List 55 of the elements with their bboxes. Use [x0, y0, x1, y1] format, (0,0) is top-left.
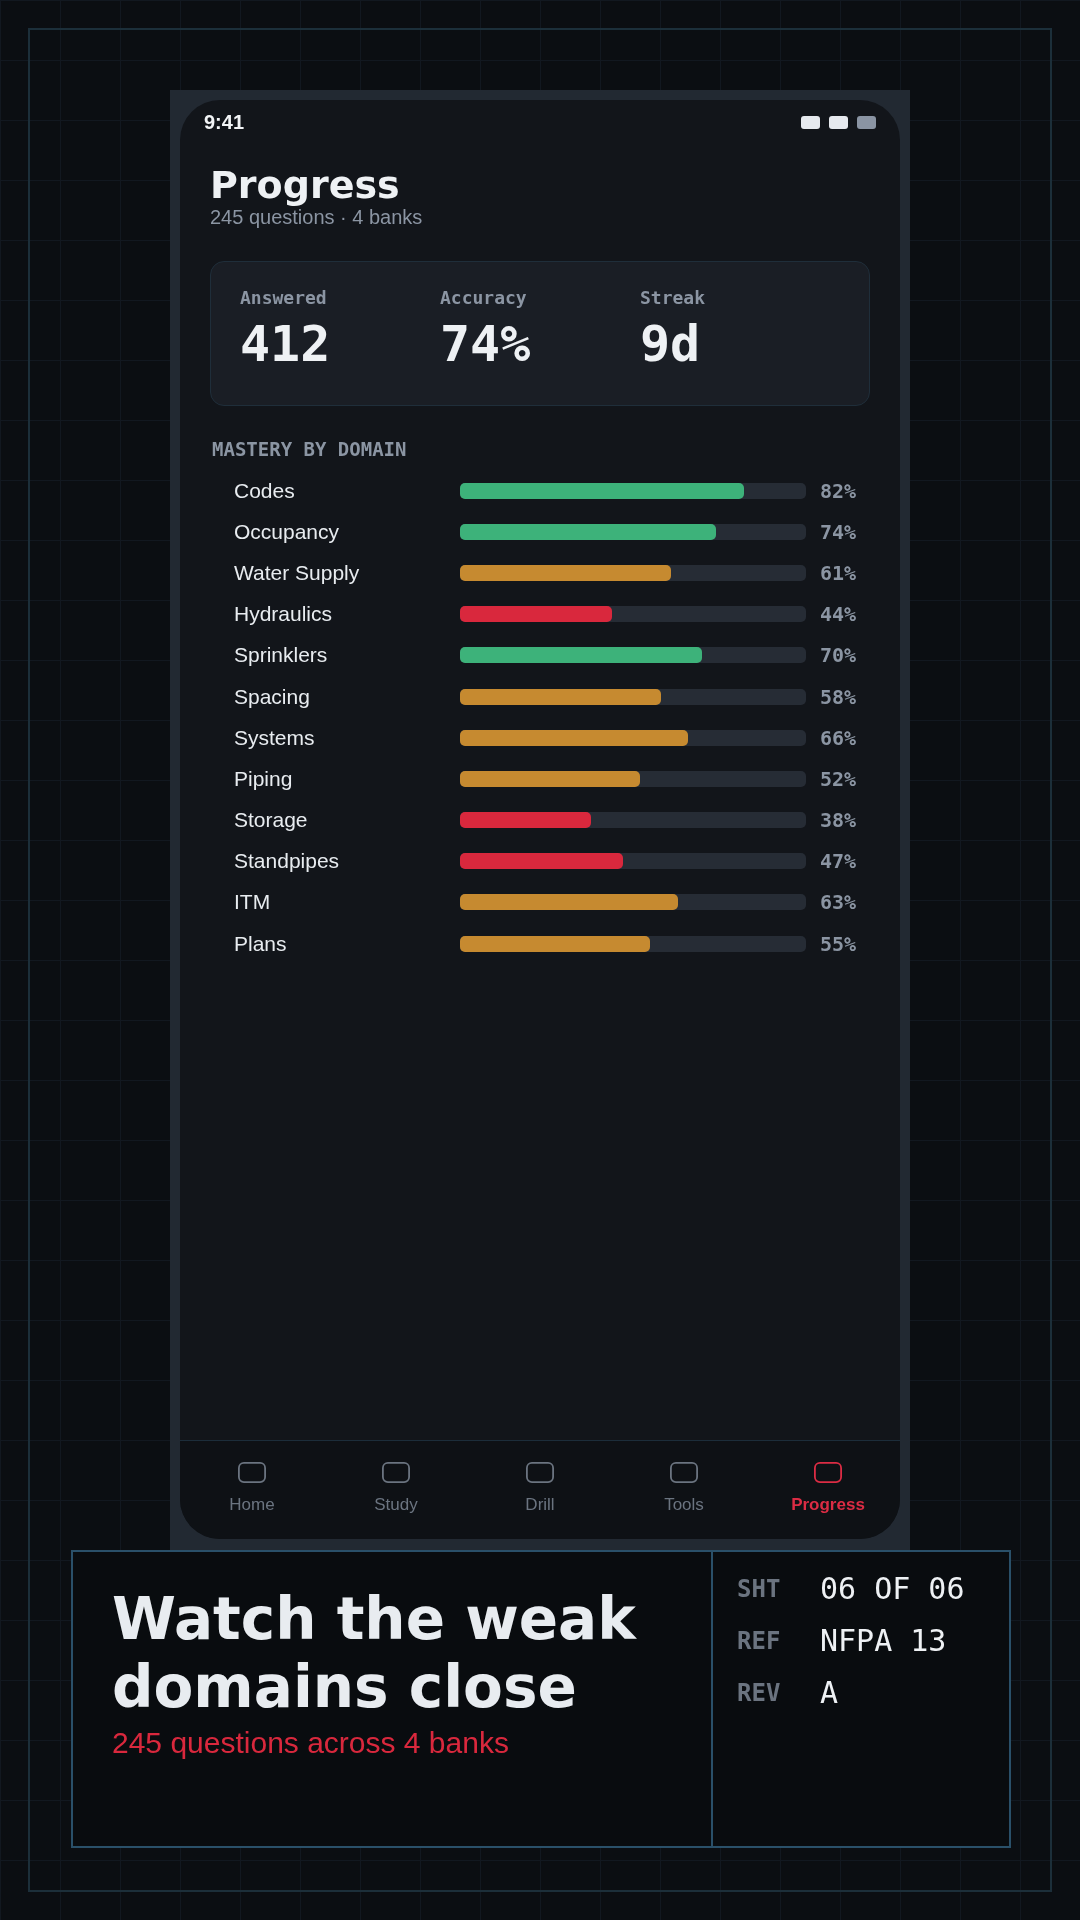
rounded-square-icon: [670, 1462, 698, 1483]
percent-value: 55%: [820, 931, 857, 956]
caption-subtitle: 245 questions across 4 banks: [112, 1725, 509, 1761]
stat-label: Streak: [640, 287, 706, 309]
meta-label: SHT: [737, 1574, 782, 1604]
stat-label: Answered: [240, 287, 327, 309]
percent-value: 82%: [820, 478, 857, 503]
nav-tab[interactable]: Tools: [612, 1441, 756, 1539]
stat-value: 412: [240, 319, 331, 369]
percent-value: 58%: [820, 684, 857, 709]
percent-value: 74%: [820, 519, 857, 544]
rounded-square-icon: [526, 1462, 554, 1483]
stat-value: 74%: [440, 319, 531, 369]
domain-name: Hydraulics: [234, 601, 334, 628]
domain-name: Storage: [234, 807, 309, 834]
caption-title: Watch the weak domains close: [112, 1585, 638, 1721]
rounded-square-icon: [814, 1462, 842, 1483]
percent-value: 66%: [820, 725, 857, 750]
meta-value: A: [820, 1675, 839, 1711]
percent-value: 61%: [820, 560, 857, 585]
domain-name: Occupancy: [234, 518, 341, 545]
rounded-square-icon: [238, 1462, 266, 1483]
domain-name: ITM: [234, 889, 272, 916]
domain-name: Systems: [234, 724, 316, 751]
page-title: Progress: [210, 166, 401, 204]
nav-tab[interactable]: Study: [324, 1441, 468, 1539]
domain-name: Sprinklers: [234, 642, 329, 669]
meta-label: REV: [737, 1678, 782, 1708]
domain-name: Codes: [234, 477, 296, 504]
domain-name: Spacing: [234, 683, 311, 710]
percent-value: 63%: [820, 890, 857, 915]
stat-label: Accuracy: [440, 287, 527, 309]
status-indicator-icon: [829, 115, 848, 129]
domain-name: Standpipes: [234, 848, 341, 875]
rounded-square-icon: [382, 1462, 410, 1483]
section-heading: MASTERY BY DOMAIN: [212, 437, 407, 461]
nav-tab[interactable]: Drill: [468, 1441, 612, 1539]
domain-name: Piping: [234, 765, 294, 792]
domain-name: Plans: [234, 930, 288, 957]
meta-label: REF: [737, 1626, 782, 1656]
percent-value: 52%: [820, 766, 857, 791]
meta-value: 06 OF 06: [820, 1571, 965, 1607]
domain-name: Water Supply: [234, 559, 361, 586]
percent-value: 47%: [820, 849, 857, 874]
nav-tab[interactable]: Progress: [756, 1441, 900, 1539]
percent-value: 44%: [820, 602, 857, 627]
percent-value: 38%: [820, 808, 857, 833]
status-time: 9:41: [204, 110, 245, 134]
nav-tab[interactable]: Home: [180, 1441, 324, 1539]
status-indicator-icon: [857, 115, 876, 129]
status-indicator-icon: [801, 115, 820, 129]
stat-value: 9d: [640, 319, 701, 369]
percent-value: 70%: [820, 643, 857, 668]
page-subtitle: 245 questions · 4 banks: [210, 206, 424, 229]
meta-value: NFPA 13: [820, 1623, 947, 1659]
